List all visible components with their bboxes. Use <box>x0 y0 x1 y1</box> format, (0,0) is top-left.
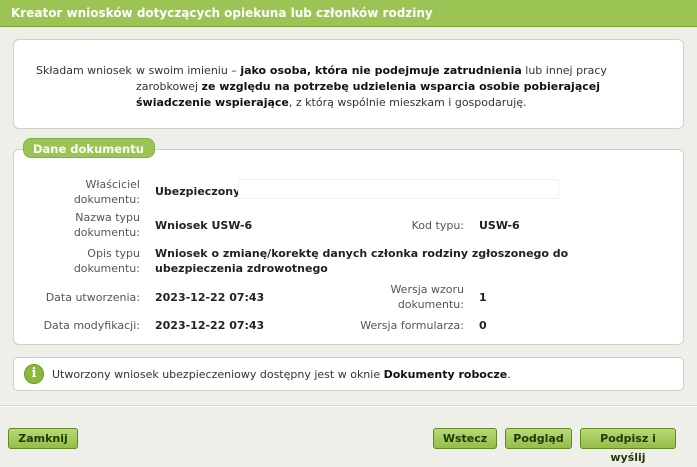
modified-label: Data modyfikacji: <box>43 319 140 332</box>
created-value: 2023-12-22 07:43 <box>155 291 265 304</box>
close-button[interactable]: Zamknij <box>8 428 78 449</box>
type-code-value: USW-6 <box>479 219 520 232</box>
form-version-value: 0 <box>479 319 487 332</box>
type-name-label: Nazwa typu dokumentu: <box>73 211 140 239</box>
template-version-value: 1 <box>479 291 487 304</box>
window-title: Kreator wniosków dotyczących opiekuna lu… <box>0 0 697 27</box>
form-version-label: Wersja formularza: <box>360 319 464 332</box>
intro-label: Składam wniosek <box>36 64 132 77</box>
preview-button[interactable]: Podgląd <box>505 428 572 449</box>
owner-value: Ubezpieczony <box>155 185 241 198</box>
created-label: Data utworzenia: <box>45 291 140 304</box>
sign-and-send-button[interactable]: Podpisz i wyślij <box>580 428 676 464</box>
type-desc-label: Opis typu dokumentu: <box>73 247 140 275</box>
owner-label: Właściciel dokumentu: <box>73 178 140 206</box>
modified-value: 2023-12-22 07:43 <box>155 319 265 332</box>
info-icon: i <box>24 364 44 384</box>
intro-panel: Składam wniosek w swoim imieniu – jako o… <box>13 39 684 129</box>
type-desc-value: Wniosek o zmianę/korektę danych członka … <box>155 247 569 275</box>
type-name-value: Wniosek USW-6 <box>155 219 253 232</box>
type-code-label: Kod typu: <box>411 219 464 232</box>
owner-value-box <box>238 179 559 199</box>
back-button[interactable]: Wstecz <box>433 428 497 449</box>
footer-divider <box>0 405 697 407</box>
intro-text: w swoim imieniu – jako osoba, która nie … <box>136 64 607 109</box>
intro-statement: Składam wniosek w swoim imieniu – jako o… <box>36 63 666 111</box>
template-version-label: Wersja wzoru dokumentu: <box>390 283 464 311</box>
info-text: Utworzony wniosek ubezpieczeniowy dostęp… <box>52 368 511 381</box>
section-title: Dane dokumentu <box>23 138 155 158</box>
